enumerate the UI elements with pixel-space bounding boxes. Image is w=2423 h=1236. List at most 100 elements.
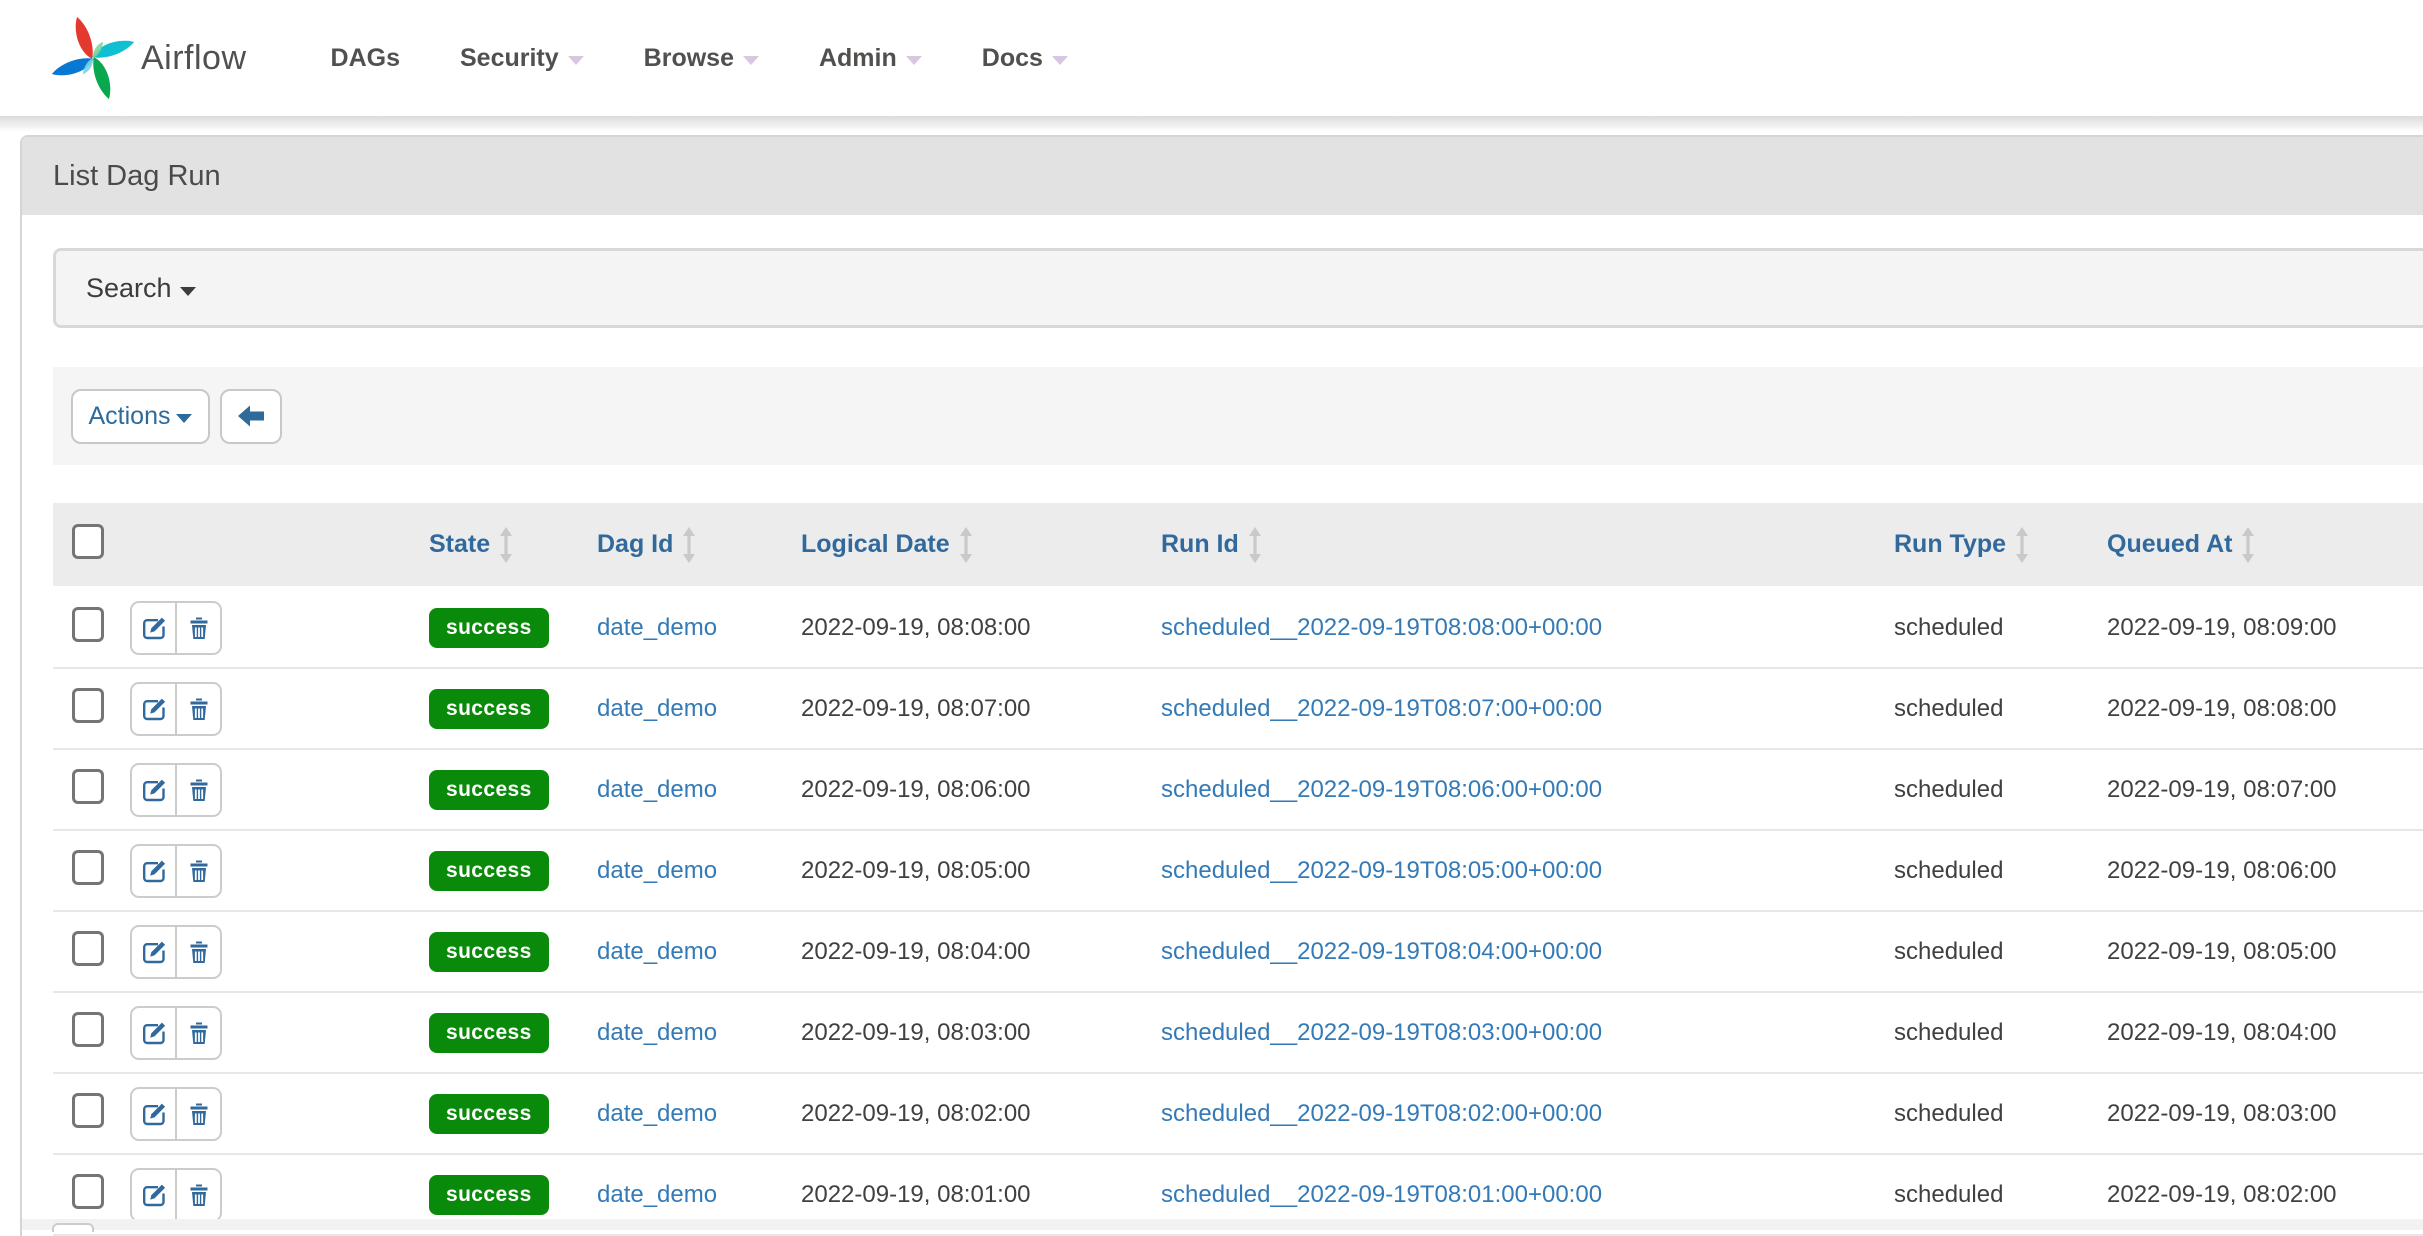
row-checkbox[interactable] — [72, 769, 104, 804]
delete-record-button[interactable] — [177, 603, 220, 653]
edit-record-button[interactable] — [132, 927, 177, 977]
state-badge: success — [429, 770, 549, 810]
list-dag-run-panel: List Dag Run Search Actions — [20, 135, 2423, 1236]
run-id-link[interactable]: scheduled__2022-09-19T08:05:00+00:00 — [1161, 857, 1602, 884]
table-row: success date_demo 2022-09-19, 08:07:00 s… — [53, 669, 2423, 750]
edit-record-button[interactable] — [132, 603, 177, 653]
pencil-square-icon — [141, 1101, 167, 1127]
delete-record-button[interactable] — [177, 765, 220, 815]
edit-record-button[interactable] — [132, 846, 177, 896]
logical-date-cell: 2022-09-19, 08:01:00 — [785, 1181, 1145, 1209]
trash-icon — [186, 939, 212, 965]
dag-id-link[interactable]: date_demo — [597, 614, 717, 641]
airflow-brand[interactable]: Airflow — [51, 14, 247, 102]
dag-run-table: State Dag Id Logical Date Run Id Run Typ… — [53, 503, 2423, 1236]
delete-record-button[interactable] — [177, 684, 220, 734]
trash-icon — [186, 1101, 212, 1127]
row-checkbox[interactable] — [72, 688, 104, 723]
state-badge: success — [429, 1175, 549, 1215]
run-type-cell: scheduled — [1878, 695, 2091, 723]
sort-up-down-icon[interactable] — [2015, 527, 2029, 563]
nav-item-label: DAGs — [331, 44, 400, 73]
table-row: success date_demo 2022-09-19, 08:02:00 s… — [53, 1074, 2423, 1155]
trash-icon — [186, 696, 212, 722]
sort-up-down-icon[interactable] — [959, 527, 973, 563]
row-checkbox[interactable] — [72, 1093, 104, 1128]
actions-dropdown-button[interactable]: Actions — [71, 389, 210, 444]
edit-record-button[interactable] — [132, 765, 177, 815]
nav-item-label: Admin — [819, 44, 897, 73]
run-id-link[interactable]: scheduled__2022-09-19T08:07:00+00:00 — [1161, 695, 1602, 722]
queued-at-cell: 2022-09-19, 08:07:00 — [2091, 776, 2423, 804]
column-header-state[interactable]: State — [429, 527, 513, 563]
row-checkbox[interactable] — [72, 1174, 104, 1209]
back-button[interactable] — [220, 389, 282, 444]
logical-date-cell: 2022-09-19, 08:08:00 — [785, 614, 1145, 642]
run-id-link[interactable]: scheduled__2022-09-19T08:08:00+00:00 — [1161, 614, 1602, 641]
table-row: success date_demo 2022-09-19, 08:03:00 s… — [53, 993, 2423, 1074]
run-type-cell: scheduled — [1878, 776, 2091, 804]
row-checkbox[interactable] — [72, 1012, 104, 1047]
nav-item-label: Browse — [644, 44, 734, 73]
sort-up-down-icon[interactable] — [1248, 527, 1262, 563]
pagination-button[interactable] — [52, 1223, 94, 1232]
navbar-shadow — [0, 116, 2423, 132]
delete-record-button[interactable] — [177, 1170, 220, 1220]
row-checkbox[interactable] — [72, 850, 104, 885]
table-row: success date_demo 2022-09-19, 08:04:00 s… — [53, 912, 2423, 993]
dag-id-link[interactable]: date_demo — [597, 1181, 717, 1208]
dag-id-link[interactable]: date_demo — [597, 695, 717, 722]
delete-record-button[interactable] — [177, 846, 220, 896]
dag-id-link[interactable]: date_demo — [597, 938, 717, 965]
column-header-run-type[interactable]: Run Type — [1894, 527, 2029, 563]
column-header-run-id[interactable]: Run Id — [1161, 527, 1262, 563]
caret-down-icon — [906, 56, 922, 65]
dag-id-link[interactable]: date_demo — [597, 776, 717, 803]
run-id-link[interactable]: scheduled__2022-09-19T08:02:00+00:00 — [1161, 1100, 1602, 1127]
delete-record-button[interactable] — [177, 1008, 220, 1058]
nav-item-docs[interactable]: Docs — [982, 44, 1068, 73]
select-all-checkbox[interactable] — [72, 524, 104, 559]
queued-at-cell: 2022-09-19, 08:06:00 — [2091, 857, 2423, 885]
nav-item-dags[interactable]: DAGs — [331, 44, 400, 73]
edit-record-button[interactable] — [132, 1170, 177, 1220]
nav-item-security[interactable]: Security — [460, 44, 584, 73]
sort-up-down-icon[interactable] — [499, 527, 513, 563]
run-id-link[interactable]: scheduled__2022-09-19T08:04:00+00:00 — [1161, 938, 1602, 965]
nav-item-browse[interactable]: Browse — [644, 44, 759, 73]
dag-id-link[interactable]: date_demo — [597, 857, 717, 884]
row-checkbox[interactable] — [72, 931, 104, 966]
logical-date-cell: 2022-09-19, 08:03:00 — [785, 1019, 1145, 1047]
run-id-link[interactable]: scheduled__2022-09-19T08:06:00+00:00 — [1161, 776, 1602, 803]
caret-down-icon — [180, 287, 196, 296]
delete-record-button[interactable] — [177, 1089, 220, 1139]
pencil-square-icon — [141, 777, 167, 803]
trash-icon — [186, 1020, 212, 1046]
logical-date-cell: 2022-09-19, 08:04:00 — [785, 938, 1145, 966]
run-id-link[interactable]: scheduled__2022-09-19T08:01:00+00:00 — [1161, 1181, 1602, 1208]
search-accordion-toggle[interactable]: Search — [53, 248, 2423, 328]
trash-icon — [186, 777, 212, 803]
sort-up-down-icon[interactable] — [2241, 527, 2255, 563]
state-badge: success — [429, 608, 549, 648]
pencil-square-icon — [141, 1182, 167, 1208]
dag-id-link[interactable]: date_demo — [597, 1019, 717, 1046]
panel-heading: List Dag Run — [22, 137, 2423, 215]
run-id-link[interactable]: scheduled__2022-09-19T08:03:00+00:00 — [1161, 1019, 1602, 1046]
row-checkbox[interactable] — [72, 607, 104, 642]
queued-at-cell: 2022-09-19, 08:09:00 — [2091, 614, 2423, 642]
pencil-square-icon — [141, 939, 167, 965]
edit-record-button[interactable] — [132, 684, 177, 734]
edit-record-button[interactable] — [132, 1008, 177, 1058]
queued-at-cell: 2022-09-19, 08:08:00 — [2091, 695, 2423, 723]
logical-date-cell: 2022-09-19, 08:07:00 — [785, 695, 1145, 723]
dag-id-link[interactable]: date_demo — [597, 1100, 717, 1127]
nav-item-admin[interactable]: Admin — [819, 44, 922, 73]
column-header-dag-id[interactable]: Dag Id — [597, 527, 696, 563]
column-header-queued-at[interactable]: Queued At — [2107, 527, 2255, 563]
edit-record-button[interactable] — [132, 1089, 177, 1139]
column-header-logical-date[interactable]: Logical Date — [801, 527, 973, 563]
state-badge: success — [429, 1094, 549, 1134]
sort-up-down-icon[interactable] — [682, 527, 696, 563]
delete-record-button[interactable] — [177, 927, 220, 977]
